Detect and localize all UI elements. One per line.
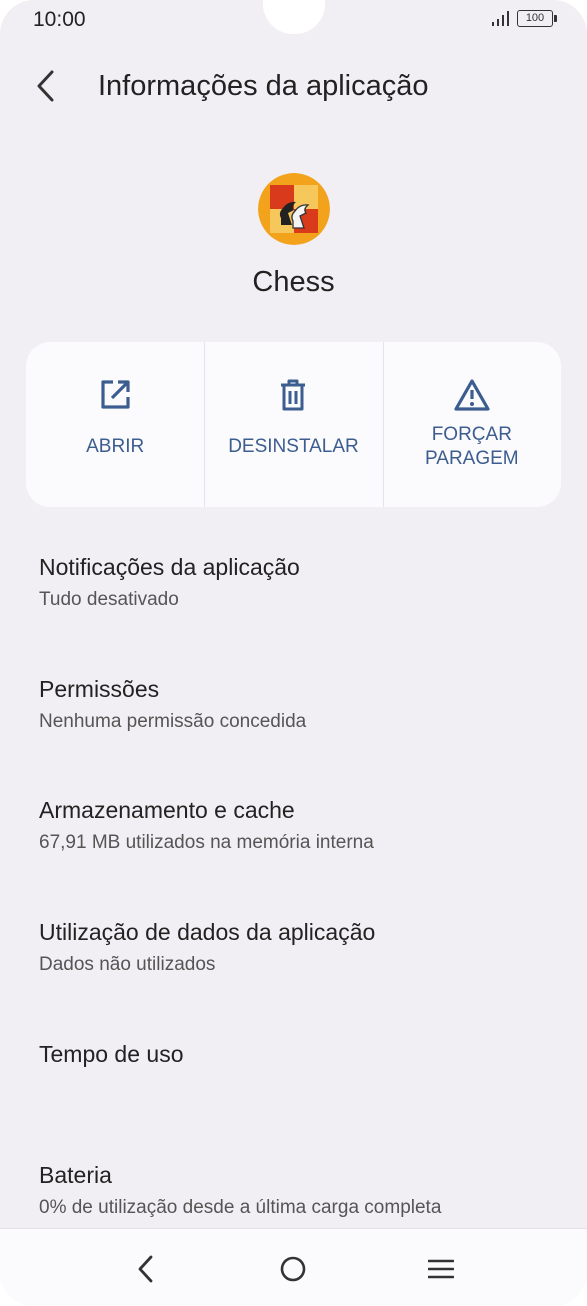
uninstall-label: DESINSTALAR [228, 436, 359, 457]
screen-time-setting[interactable]: Tempo de uso [39, 1041, 559, 1068]
notifications-setting[interactable]: Notificações da aplicação Tudo desativad… [39, 554, 559, 611]
nav-back-icon [138, 1255, 153, 1283]
setting-title: Utilização de dados da aplicação [39, 919, 376, 945]
open-external-icon [97, 377, 133, 413]
warning-icon [454, 377, 490, 413]
signal-icon [492, 10, 509, 26]
app-actions-card: ABRIR DESINSTALAR FORÇAR PARAGEM [26, 342, 561, 507]
permissions-setting[interactable]: Permissões Nenhuma permissão concedida [39, 676, 559, 733]
status-time: 10:00 [33, 8, 86, 31]
back-button[interactable] [28, 66, 64, 106]
setting-title: Notificações da aplicação [39, 554, 300, 580]
setting-subtitle: Dados não utilizados [39, 954, 216, 975]
navigation-bar [0, 1228, 587, 1306]
open-label: ABRIR [86, 436, 145, 457]
setting-title: Bateria [39, 1162, 112, 1188]
menu-lines-icon [428, 1259, 454, 1279]
setting-subtitle: Tudo desativado [39, 589, 179, 610]
back-arrow-icon [37, 70, 54, 102]
force-stop-button[interactable]: FORÇAR PARAGEM [382, 342, 561, 507]
battery-level: 100 [525, 12, 545, 24]
setting-title: Armazenamento e cache [39, 797, 295, 823]
chess-app-icon [258, 173, 330, 245]
page-title: Informações da aplicação [98, 70, 429, 102]
app-name: Chess [252, 266, 335, 298]
screen: 10:00 100 Informações da aplicação Chess [0, 0, 587, 1306]
camera-notch [263, 0, 325, 34]
nav-home-button[interactable] [273, 1249, 313, 1289]
storage-cache-setting[interactable]: Armazenamento e cache 67,91 MB utilizado… [39, 797, 559, 854]
open-button[interactable]: ABRIR [26, 342, 204, 507]
battery-icon: 100 [517, 10, 557, 27]
force-stop-label: FORÇAR PARAGEM [425, 424, 519, 469]
setting-title: Permissões [39, 676, 160, 702]
setting-title: Tempo de uso [39, 1041, 184, 1067]
setting-subtitle: 67,91 MB utilizados na memória interna [39, 832, 374, 853]
nav-back-button[interactable] [126, 1249, 166, 1289]
home-circle-icon [280, 1256, 306, 1282]
uninstall-button[interactable]: DESINSTALAR [204, 342, 382, 507]
status-icons: 100 [491, 10, 557, 27]
setting-subtitle: Nenhuma permissão concedida [39, 711, 307, 732]
setting-subtitle: 0% de utilização desde a última carga co… [39, 1197, 442, 1218]
trash-icon [275, 377, 311, 413]
data-usage-setting[interactable]: Utilização de dados da aplicação Dados n… [39, 919, 559, 976]
nav-recents-button[interactable] [421, 1249, 461, 1289]
battery-setting[interactable]: Bateria 0% de utilização desde a última … [39, 1162, 559, 1219]
